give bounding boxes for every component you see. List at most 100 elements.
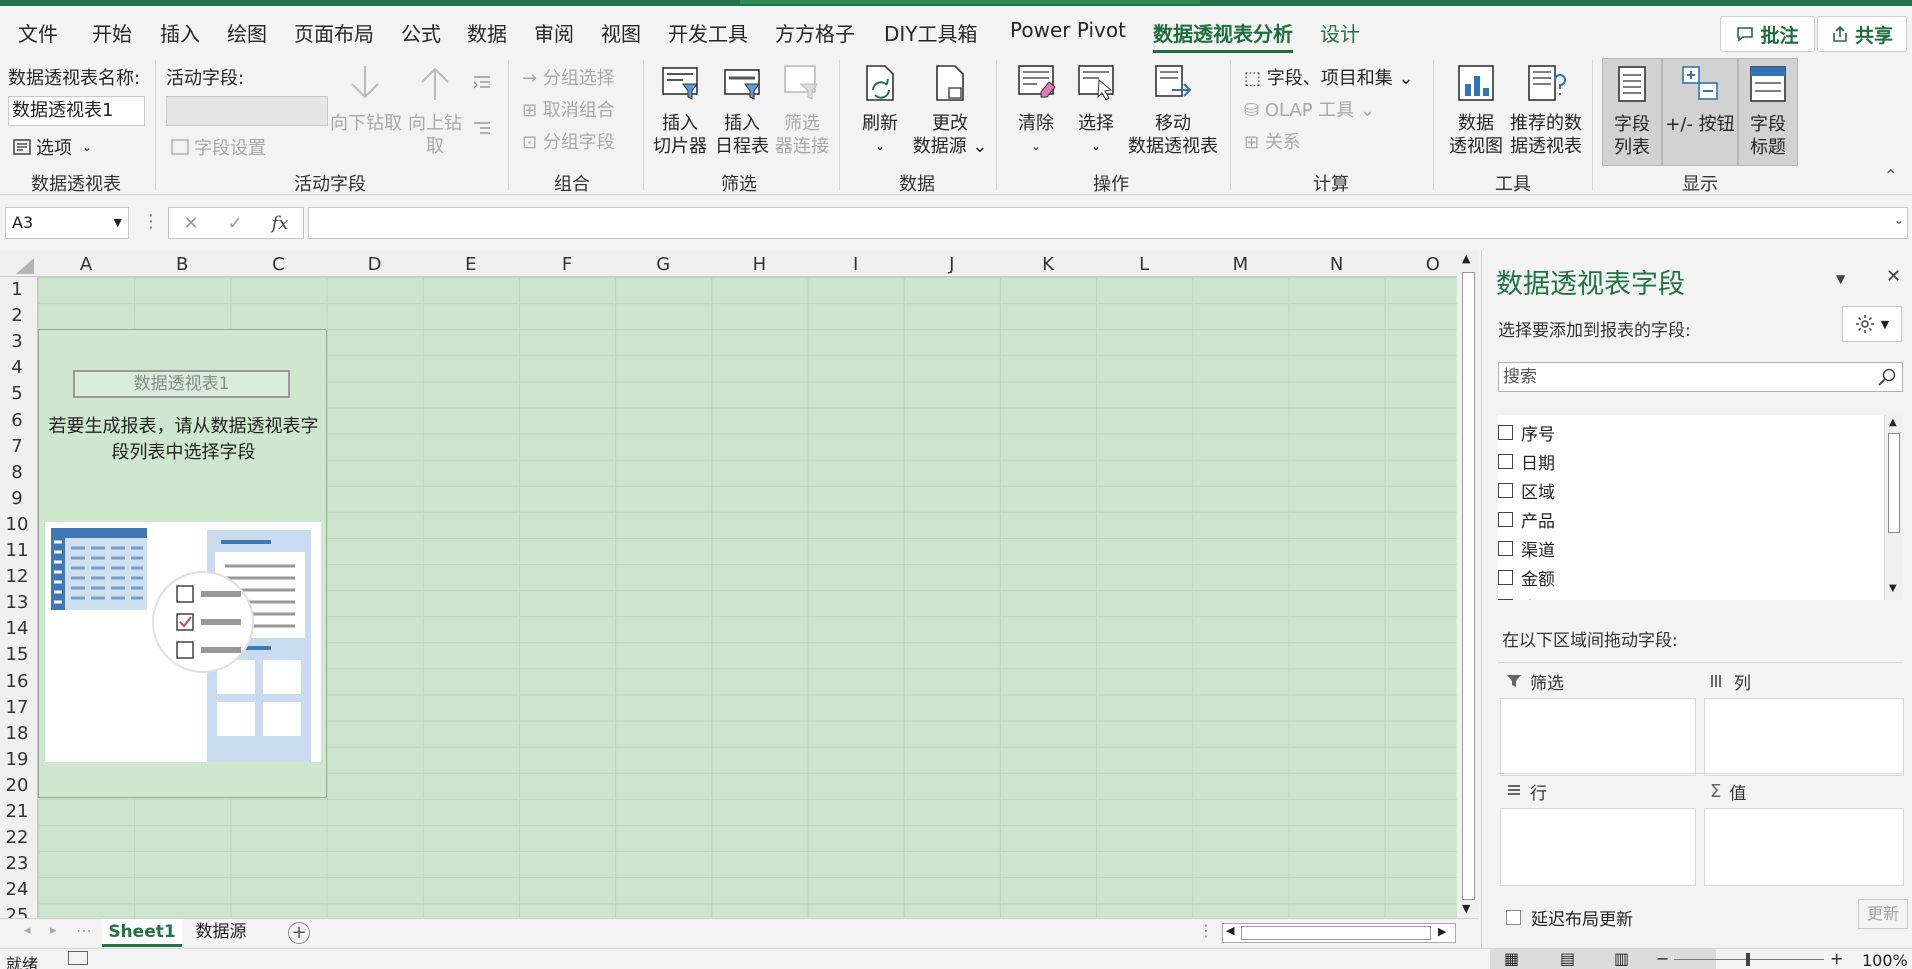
field-item[interactable]: 店员 <box>1498 593 1555 600</box>
row-header[interactable]: 25 <box>0 905 34 918</box>
column-header[interactable]: E <box>461 254 481 275</box>
field-list-scroll-thumb[interactable] <box>1888 433 1900 533</box>
field-item[interactable]: 区域 <box>1498 477 1555 503</box>
row-header[interactable]: 6 <box>0 410 34 431</box>
tab-formulas[interactable]: 公式 <box>401 18 441 47</box>
field-checkbox[interactable] <box>1498 569 1513 585</box>
refresh-button[interactable]: 刷新 ⌄ <box>850 62 910 158</box>
drill-up-button[interactable]: 向上钻 取 <box>404 62 466 158</box>
column-header[interactable]: H <box>749 254 769 275</box>
row-header[interactable]: 1 <box>0 279 34 300</box>
columns-drop-area[interactable] <box>1704 698 1904 776</box>
formula-input[interactable] <box>308 207 1908 239</box>
row-header[interactable]: 24 <box>0 879 34 900</box>
row-header[interactable]: 18 <box>0 723 34 744</box>
confirm-icon[interactable]: ✓ <box>228 213 243 234</box>
tab-home[interactable]: 开始 <box>92 18 132 47</box>
scroll-down-icon[interactable]: ▼ <box>1889 583 1897 594</box>
scroll-down-icon[interactable]: ▼ <box>1462 902 1470 915</box>
fields-items-sets-button[interactable]: ⬚ 字段、项目和集 ⌄ <box>1244 64 1414 90</box>
macro-record-icon[interactable] <box>68 951 88 965</box>
tab-draw[interactable]: 绘图 <box>227 18 267 47</box>
tab-ffcell[interactable]: 方方格子 <box>775 18 855 47</box>
column-header[interactable]: D <box>365 254 385 275</box>
close-icon[interactable]: ✕ <box>1886 266 1901 287</box>
relationships-button[interactable]: ⊞ 关系 <box>1244 128 1301 154</box>
column-header[interactable]: A <box>76 254 96 275</box>
column-header[interactable]: C <box>268 254 288 275</box>
pivot-name-input[interactable]: 数据透视表1 <box>8 96 145 126</box>
add-sheet-icon[interactable]: + <box>288 922 310 944</box>
group-selection-button[interactable]: → 分组选择 <box>522 64 615 90</box>
field-checkbox[interactable] <box>1498 540 1513 556</box>
row-header[interactable]: 10 <box>0 514 34 535</box>
vertical-scrollbar[interactable]: ▲ ▼ <box>1457 250 1479 918</box>
tab-file[interactable]: 文件 <box>18 18 58 47</box>
active-field-input[interactable] <box>166 96 328 126</box>
tab-design[interactable]: 设计 <box>1320 18 1360 47</box>
pane-settings-button[interactable]: ▼ <box>1842 306 1902 342</box>
row-header[interactable]: 9 <box>0 488 34 509</box>
tab-power-pivot[interactable]: Power Pivot <box>1010 18 1126 42</box>
column-header[interactable]: O <box>1423 254 1443 275</box>
share-button[interactable]: 共享 <box>1817 16 1907 52</box>
row-header[interactable]: 11 <box>0 540 34 561</box>
plus-minus-buttons-button[interactable]: +/- 按钮 <box>1662 58 1738 166</box>
update-button[interactable]: 更新 <box>1858 899 1908 929</box>
row-header[interactable]: 19 <box>0 749 34 770</box>
tab-view[interactable]: 视图 <box>601 18 641 47</box>
name-box[interactable]: A3 ▼ <box>5 207 129 239</box>
sheet-next-icon[interactable]: ▸ <box>50 923 57 938</box>
row-header[interactable]: 23 <box>0 853 34 874</box>
row-header[interactable]: 13 <box>0 592 34 613</box>
tab-insert[interactable]: 插入 <box>160 18 200 47</box>
field-item[interactable]: 渠道 <box>1498 535 1555 561</box>
row-header[interactable]: 16 <box>0 671 34 692</box>
row-header[interactable]: 4 <box>0 357 34 378</box>
row-header[interactable]: 8 <box>0 462 34 483</box>
row-header[interactable]: 17 <box>0 697 34 718</box>
row-header[interactable]: 21 <box>0 801 34 822</box>
row-header[interactable]: 15 <box>0 644 34 665</box>
zoom-slider-handle[interactable] <box>1746 953 1750 966</box>
field-checkbox[interactable] <box>1498 424 1513 440</box>
rows-drop-area[interactable] <box>1500 808 1696 886</box>
defer-update-option[interactable]: 延迟布局更新 <box>1506 905 1633 930</box>
tab-developer[interactable]: 开发工具 <box>668 18 748 47</box>
sheet-tab-data-source[interactable]: 数据源 <box>186 919 256 947</box>
change-source-button[interactable]: 更改 数据源 ⌄ <box>908 62 992 158</box>
zoom-level[interactable]: 100% <box>1862 951 1908 969</box>
page-layout-view-icon[interactable]: ▤ <box>1560 949 1575 968</box>
row-header[interactable]: 3 <box>0 331 34 352</box>
field-item[interactable]: 产品 <box>1498 506 1555 532</box>
zoom-in-icon[interactable]: + <box>1830 949 1843 968</box>
page-break-view-icon[interactable]: ▥ <box>1614 949 1629 968</box>
column-header[interactable]: M <box>1230 254 1250 275</box>
insert-slicer-button[interactable]: 插入 切片器 <box>650 62 710 158</box>
column-header[interactable]: B <box>172 254 192 275</box>
scroll-up-icon[interactable]: ▲ <box>1889 417 1897 428</box>
row-header[interactable]: 14 <box>0 618 34 639</box>
defer-update-checkbox[interactable] <box>1506 910 1521 925</box>
filter-connections-button[interactable]: 筛选 器连接 <box>772 62 832 158</box>
field-checkbox[interactable] <box>1498 453 1513 469</box>
tab-pivot-analyze[interactable]: 数据透视表分析 <box>1153 18 1293 53</box>
pivot-placeholder[interactable]: 数据透视表1 若要生成报表，请从数据透视表字 段列表中选择字段 <box>38 329 327 798</box>
comment-button[interactable]: 批注 <box>1720 16 1815 52</box>
values-drop-area[interactable] <box>1704 808 1904 886</box>
tab-data[interactable]: 数据 <box>467 18 507 47</box>
filter-drop-area[interactable] <box>1500 698 1696 776</box>
pivot-chart-button[interactable]: 数据 透视图 <box>1446 62 1506 158</box>
column-header[interactable]: G <box>653 254 673 275</box>
row-header[interactable]: 22 <box>0 827 34 848</box>
field-item[interactable]: 序号 <box>1498 419 1555 445</box>
column-header[interactable]: J <box>942 254 962 275</box>
field-list-scrollbar[interactable]: ▲ ▼ <box>1884 415 1903 600</box>
horizontal-scrollbar[interactable]: ◀ <box>1222 923 1456 943</box>
tab-page-layout[interactable]: 页面布局 <box>294 18 374 47</box>
field-search-input[interactable]: 搜索 <box>1498 362 1903 392</box>
column-header[interactable]: I <box>846 254 866 275</box>
clear-button[interactable]: 清除 ⌄ <box>1006 62 1066 158</box>
group-field-button[interactable]: ⊡ 分组字段 <box>522 128 615 154</box>
field-list-button[interactable]: 字段 列表 <box>1602 58 1662 166</box>
